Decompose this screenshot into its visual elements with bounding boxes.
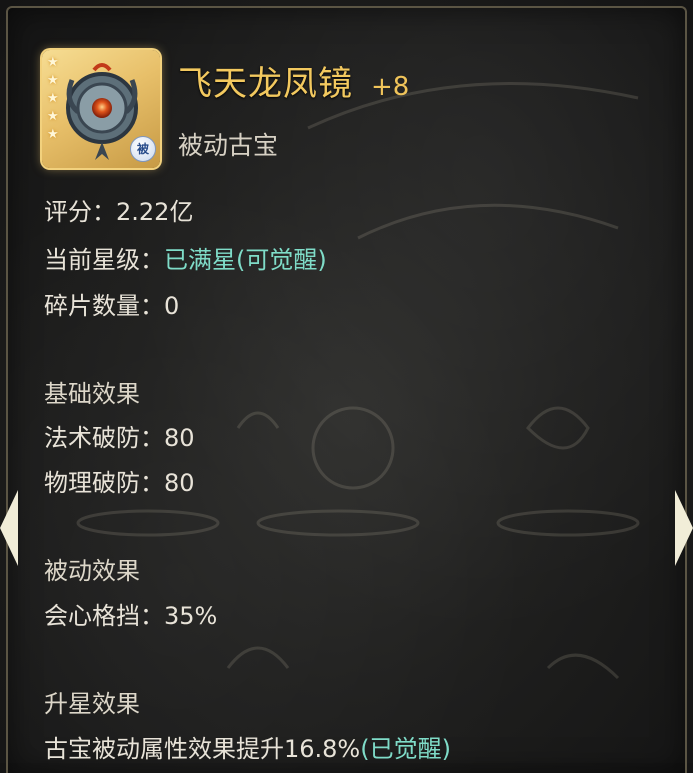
item-level: +8 bbox=[371, 72, 410, 102]
item-icon[interactable]: ★ ★ ★ ★ ★ 被 bbox=[42, 50, 160, 168]
star-icon: ★ bbox=[47, 127, 59, 142]
item-title: 飞天龙凤镜 +8 bbox=[178, 56, 409, 105]
crit-block-row: 会心格挡：35% bbox=[44, 596, 217, 631]
previous-arrow-icon[interactable] bbox=[0, 490, 18, 566]
crit-block-value: 35% bbox=[164, 602, 218, 630]
phys-pen-row: 物理破防：80 bbox=[44, 463, 195, 498]
phys-pen-value: 80 bbox=[164, 469, 195, 497]
star-level-value: 已满星(可觉醒) bbox=[164, 246, 327, 274]
star-icon: ★ bbox=[47, 109, 59, 124]
shard-label: 碎片数量： bbox=[44, 292, 164, 320]
next-arrow-icon[interactable] bbox=[675, 490, 693, 566]
item-tooltip-panel: ★ ★ ★ ★ ★ 被 飞天龙凤镜 +8 被动古宝 评分：2.22亿 当前星级：… bbox=[6, 6, 687, 773]
magic-pen-value: 80 bbox=[164, 424, 195, 452]
star-rating: ★ ★ ★ ★ ★ bbox=[47, 56, 59, 141]
item-type: 被动古宝 bbox=[178, 131, 279, 160]
upgrade-effect-text: 古宝被动属性效果提升16.8% bbox=[44, 735, 361, 763]
star-icon: ★ bbox=[47, 55, 59, 70]
star-level-label: 当前星级： bbox=[44, 246, 164, 274]
phys-pen-label: 物理破防： bbox=[44, 469, 164, 497]
shard-value: 0 bbox=[164, 292, 180, 320]
item-name: 飞天龙凤镜 bbox=[178, 64, 353, 104]
passive-badge: 被 bbox=[130, 136, 156, 162]
magic-pen-row: 法术破防：80 bbox=[44, 418, 195, 453]
base-effect-title: 基础效果 bbox=[44, 380, 140, 408]
upgrade-effect-row: 古宝被动属性效果提升16.8%(已觉醒) bbox=[44, 729, 451, 764]
magic-pen-label: 法术破防： bbox=[44, 424, 164, 452]
star-icon: ★ bbox=[47, 91, 59, 106]
awakened-status: (已觉醒) bbox=[360, 735, 451, 763]
score-label: 评分： bbox=[44, 198, 116, 226]
star-icon: ★ bbox=[47, 73, 59, 88]
score-row: 评分：2.22亿 bbox=[44, 192, 193, 227]
passive-effect-title: 被动效果 bbox=[44, 557, 140, 585]
score-value: 2.22亿 bbox=[116, 198, 194, 226]
crit-block-label: 会心格挡： bbox=[44, 602, 164, 630]
upgrade-effect-title: 升星效果 bbox=[44, 690, 140, 718]
shard-row: 碎片数量：0 bbox=[44, 286, 179, 321]
star-level-row: 当前星级：已满星(可觉醒) bbox=[44, 240, 327, 275]
